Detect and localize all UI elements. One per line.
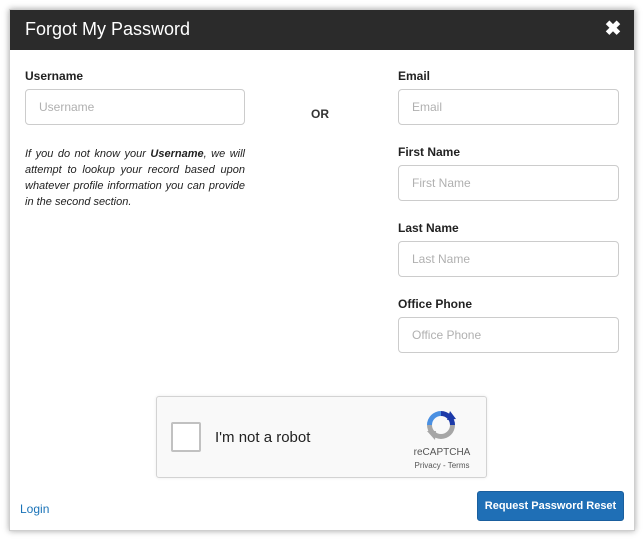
username-input[interactable] — [25, 89, 245, 125]
username-help-text: If you do not know your Username, we wil… — [25, 146, 245, 210]
recaptcha-widget: I'm not a robot reCAPTCHA Privacy - Term… — [156, 396, 487, 478]
recaptcha-brand: reCAPTCHA — [413, 447, 471, 458]
last-name-input[interactable] — [398, 241, 619, 277]
modal-header: Forgot My Password ✖ — [10, 10, 634, 50]
forgot-password-modal: Forgot My Password ✖ Username If you do … — [9, 9, 635, 531]
username-label: Username — [25, 69, 84, 83]
first-name-input[interactable] — [398, 165, 619, 201]
close-icon[interactable]: ✖ — [604, 18, 622, 40]
or-divider: OR — [311, 107, 329, 121]
last-name-label: Last Name — [398, 221, 459, 235]
office-phone-input[interactable] — [398, 317, 619, 353]
first-name-label: First Name — [398, 145, 461, 159]
email-input[interactable] — [398, 89, 619, 125]
office-phone-label: Office Phone — [398, 297, 473, 311]
recaptcha-label: I'm not a robot — [215, 429, 311, 446]
help-emphasis: Username — [150, 148, 204, 160]
recaptcha-logo-icon — [427, 411, 456, 440]
login-link[interactable]: Login — [20, 502, 49, 516]
recaptcha-privacy-terms[interactable]: Privacy - Terms — [402, 461, 482, 470]
email-label: Email — [398, 69, 431, 83]
recaptcha-checkbox[interactable] — [171, 422, 201, 452]
request-password-reset-button[interactable]: Request Password Reset — [477, 491, 624, 521]
help-prefix: If you do not know your — [25, 148, 151, 160]
modal-title: Forgot My Password — [25, 19, 191, 39]
